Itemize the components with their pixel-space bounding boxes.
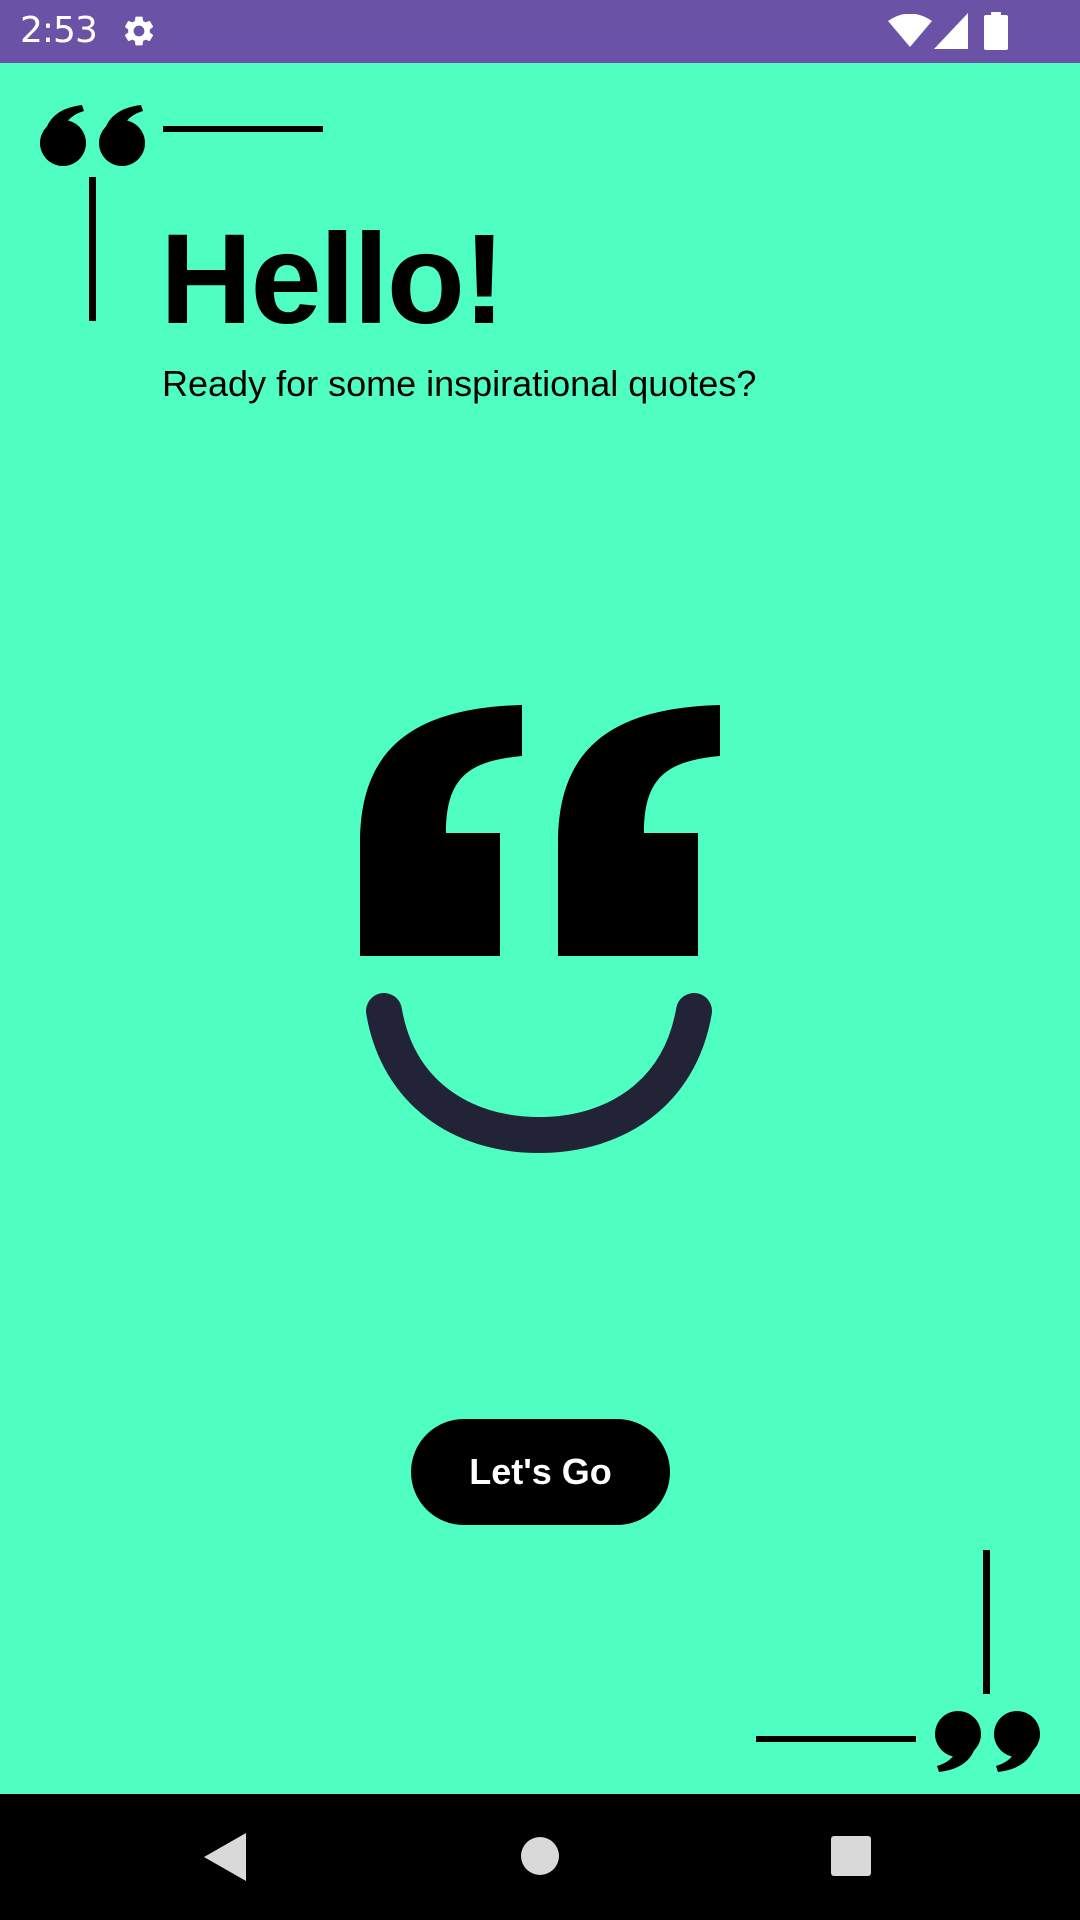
decorative-vertical-line-top [89,177,96,321]
home-icon[interactable] [520,1836,560,1876]
decorative-vertical-line-bottom [983,1550,990,1694]
status-bar: 2:53 [0,0,1080,63]
status-time: 2:53 [20,10,98,51]
close-quote-icon [935,1711,1040,1772]
back-icon[interactable] [204,1833,246,1881]
decorative-line-top [163,126,323,132]
battery-icon [984,12,1008,50]
gear-icon [124,16,154,46]
welcome-screen: Hello! Ready for some inspirational quot… [0,63,1080,1794]
quote-smile-icon [360,705,720,1153]
wifi-icon [888,14,932,47]
page-subtitle: Ready for some inspirational quotes? [162,363,757,404]
app-screen: 2:53 Hello! Ready for some inspirational… [0,0,1080,1920]
lets-go-button[interactable]: Let's Go [411,1419,670,1525]
navigation-bar [0,1794,1080,1920]
signal-icon [934,13,968,49]
decorative-line-bottom [756,1736,916,1742]
page-title: Hello! [160,208,506,351]
recents-icon[interactable] [831,1836,871,1876]
open-quote-icon [40,105,145,166]
